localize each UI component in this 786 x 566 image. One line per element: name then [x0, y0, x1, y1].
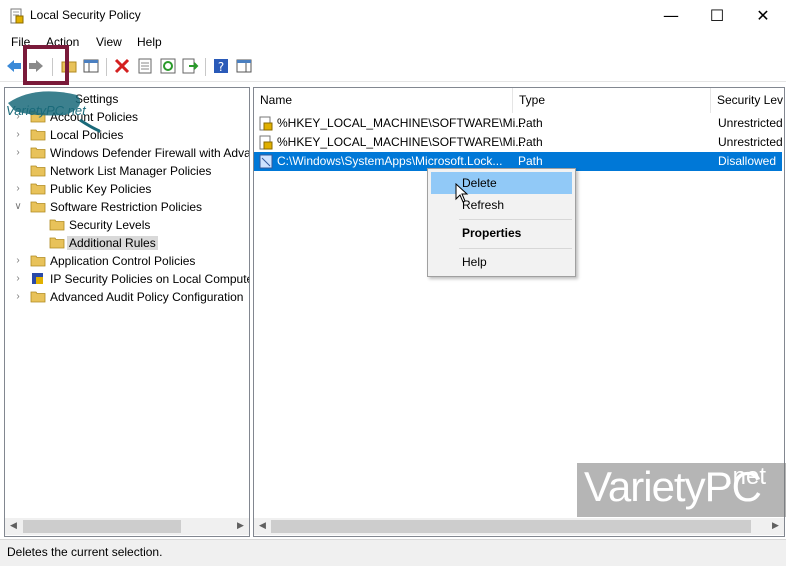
context-menu-help[interactable]: Help	[431, 251, 572, 273]
tree-item-label: Advanced Audit Policy Configuration	[50, 290, 244, 304]
context-menu: Delete Refresh Properties Help	[427, 168, 576, 277]
tree-item-label: IP Security Policies on Local Compute	[50, 272, 250, 286]
ip-security-icon	[32, 273, 43, 284]
tree-item[interactable]: Security Levels	[5, 216, 249, 234]
title-bar: Local Security Policy — ☐ ✕	[0, 0, 786, 31]
row-name: C:\Windows\SystemApps\Microsoft.Lock...	[277, 154, 503, 168]
delete-x-icon[interactable]	[113, 57, 131, 75]
path-rule-icon	[259, 135, 273, 150]
row-security-level: Unrestricted	[718, 116, 783, 130]
path-rule-icon	[259, 116, 273, 131]
help-icon[interactable]: ?	[212, 57, 230, 75]
list-scroll-thumb[interactable]	[271, 520, 751, 533]
row-security-level: Disallowed	[718, 154, 777, 168]
context-menu-separator	[459, 219, 572, 220]
minimize-button[interactable]: —	[648, 0, 694, 31]
expand-chevron-right-icon[interactable]: ›	[13, 182, 23, 196]
maximize-button[interactable]: ☐	[694, 0, 740, 31]
scroll-left-arrow-icon[interactable]: ◀	[254, 518, 271, 535]
column-header-security-level[interactable]: Security Lev	[711, 88, 784, 113]
column-header-type[interactable]: Type	[513, 88, 711, 113]
varietypc-logo-small	[8, 45, 100, 133]
folder-icon	[30, 147, 46, 159]
close-button[interactable]: ✕	[740, 0, 786, 31]
window-title: Local Security Policy	[30, 8, 141, 22]
tree-item-label: Software Restriction Policies	[50, 200, 203, 214]
security-policy-app-icon	[10, 8, 24, 24]
tree-pane[interactable]: Settings › Account Policies › Local Policie…	[4, 87, 250, 537]
tree-item[interactable]: Additional Rules	[5, 234, 249, 252]
properties-icon[interactable]	[136, 57, 154, 75]
toolbar-separator	[205, 58, 206, 76]
folder-icon	[49, 219, 65, 231]
tree-item[interactable]: › IP Security Policies on Local Compute	[5, 270, 249, 288]
tree-item-label: Security Levels	[69, 218, 151, 232]
expand-chevron-right-icon[interactable]: ›	[13, 272, 23, 286]
tree-item[interactable]: › Advanced Audit Policy Configuration	[5, 288, 249, 306]
row-name: %HKEY_LOCAL_MACHINE\SOFTWARE\Mi...	[277, 135, 526, 149]
tree-item-label: Windows Defender Firewall with Adva	[50, 146, 250, 160]
watermark-suffix: .net	[726, 463, 767, 490]
tree-item[interactable]: › Windows Defender Firewall with Adva	[5, 144, 249, 162]
svg-text:?: ?	[218, 60, 224, 74]
tree-item[interactable]: › Public Key Policies	[5, 180, 249, 198]
export-list-icon[interactable]	[181, 57, 199, 75]
context-menu-separator	[459, 248, 572, 249]
tree-item[interactable]: Network List Manager Policies	[5, 162, 249, 180]
list-horizontal-scrollbar[interactable]: ◀ ▶	[254, 518, 784, 535]
context-menu-properties[interactable]: Properties	[431, 222, 572, 244]
folder-icon	[30, 255, 46, 267]
status-text: Deletes the current selection.	[7, 545, 163, 559]
status-bar: Deletes the current selection.	[0, 539, 786, 566]
scroll-left-arrow-icon[interactable]: ◀	[5, 518, 22, 535]
context-menu-help-label: Help	[462, 255, 487, 269]
folder-icon	[30, 183, 46, 195]
tree-item-label: Public Key Policies	[50, 182, 152, 196]
action-pane-icon[interactable]	[235, 57, 253, 75]
table-row[interactable]: %HKEY_LOCAL_MACHINE\SOFTWARE\Mi... Path …	[254, 114, 783, 133]
expand-chevron-right-icon[interactable]: ›	[13, 254, 23, 268]
varietypc-logo-small-text: VarietyPC.net	[6, 103, 86, 118]
disallowed-rule-icon	[259, 154, 273, 169]
table-row[interactable]: %HKEY_LOCAL_MACHINE\SOFTWARE\Mi... Path …	[254, 133, 783, 152]
refresh-icon[interactable]	[159, 57, 177, 75]
expand-chevron-right-icon[interactable]: ›	[13, 290, 23, 304]
expand-chevron-right-icon[interactable]: ›	[13, 146, 23, 160]
tree-horizontal-scrollbar[interactable]: ◀ ▶	[5, 518, 249, 535]
menu-help[interactable]: Help	[137, 35, 162, 49]
row-type: Path	[518, 116, 543, 130]
context-menu-refresh[interactable]: Refresh	[431, 194, 572, 216]
folder-icon	[30, 291, 46, 303]
sort-caret-icon: ^	[380, 87, 388, 95]
tree-item-label: Application Control Policies	[50, 254, 196, 268]
tree-item-label: Network List Manager Policies	[50, 164, 212, 178]
scroll-right-arrow-icon[interactable]: ▶	[767, 518, 784, 535]
expand-chevron-down-icon[interactable]: ∨	[13, 200, 23, 214]
tree-item[interactable]: ∨ Software Restriction Policies	[5, 198, 249, 216]
toolbar: ?	[0, 53, 786, 82]
row-security-level: Unrestricted	[718, 135, 783, 149]
row-type: Path	[518, 135, 543, 149]
row-type: Path	[518, 154, 543, 168]
folder-icon	[49, 237, 65, 249]
row-name: %HKEY_LOCAL_MACHINE\SOFTWARE\Mi...	[277, 116, 526, 130]
toolbar-separator	[106, 58, 107, 76]
mouse-cursor-icon	[455, 183, 469, 203]
folder-icon	[30, 165, 46, 177]
context-menu-properties-label: Properties	[462, 226, 522, 240]
tree-item[interactable]: › Application Control Policies	[5, 252, 249, 270]
menu-bar: File Action View Help	[0, 31, 786, 53]
scroll-right-arrow-icon[interactable]: ▶	[232, 518, 249, 535]
folder-icon	[30, 201, 46, 213]
context-menu-delete[interactable]: Delete	[431, 172, 572, 194]
tree-item-label: Additional Rules	[67, 236, 158, 250]
tree-scroll-thumb[interactable]	[23, 520, 181, 533]
